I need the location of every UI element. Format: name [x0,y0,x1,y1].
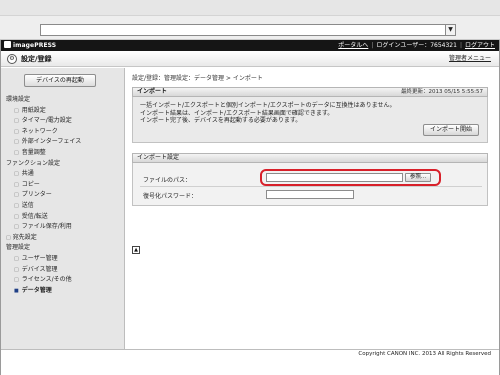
bullet-icon: □ [6,234,11,241]
sidebar: デバイスの再起動 環境設定 □ 用紙設定 □ タイマー/電力設定 □ ネットワーク □… [1,68,125,349]
divider [140,186,482,187]
divider: | [371,42,374,49]
start-import-button[interactable]: インポート開始 [423,124,479,136]
bullet-icon: □ [14,139,19,146]
portal-link[interactable]: ポータルへ [338,42,368,49]
bullet-icon: □ [14,202,19,209]
bullet-icon: □ [14,266,19,273]
settings-icon: ⚙ [7,54,17,64]
page-frame: imagePRESS ポータルへ | ログインユーザー：7654321 | ログアウト … [0,40,500,375]
sidebar-item-label: 送信 [21,201,34,209]
sidebar-item-label: 受信/転送 [21,212,48,220]
sidebar-item-paper[interactable]: □ 用紙設定 [1,106,124,117]
sidebar-item-label: ファンクション設定 [6,159,61,167]
address-dropdown-icon[interactable]: ▼ [445,25,455,35]
file-path-label: ファイルのパス： [143,177,192,184]
sidebar-item-label: 音量調整 [21,148,46,156]
import-message: インポート結果は、インポート/エクスポート結果画面で確認できます。 [140,109,334,117]
last-updated: 最終更新：2013 05/15 5:55:57 [400,89,483,95]
sidebar-item-label: タイマー/電力設定 [21,117,72,125]
file-path-input[interactable] [266,173,403,182]
sidebar-item-label: デバイス管理 [21,265,58,273]
sidebar-item-function-settings[interactable]: ファンクション設定 [1,159,124,170]
sidebar-nav: 環境設定 □ 用紙設定 □ タイマー/電力設定 □ ネットワーク □ 外部インターフェイ… [1,95,124,296]
bullet-icon: □ [14,192,19,199]
page-top-button[interactable]: ▲ [132,246,140,254]
bullet-icon: □ [14,171,19,178]
canon-mark-icon [4,41,11,48]
decryption-password-label: 復号化パスワード： [143,193,198,200]
sidebar-item-timer[interactable]: □ タイマー/電力設定 [1,116,124,127]
sidebar-item-label: ユーザー管理 [21,254,58,262]
sidebar-item-license-other[interactable]: □ ライセンス/その他 [1,275,124,286]
breadcrumb: 設定/登録：管理設定：データ管理 > インポート [132,75,263,82]
sidebar-item-device-management[interactable]: □ デバイス管理 [1,265,124,276]
sidebar-item-label: 環境設定 [6,96,31,103]
decryption-password-input[interactable] [266,190,354,199]
sidebar-item-label: 共通 [21,170,34,178]
sidebar-item-label: コピー [21,180,40,188]
sidebar-item-label: ファイル保存/利用 [21,223,72,231]
browser-tab-strip [0,0,500,16]
sidebar-item-volume[interactable]: □ 音量調整 [1,148,124,159]
top-links: ポータルへ | ログインユーザー：7654321 | ログアウト [338,40,495,51]
bullet-icon: □ [14,181,19,188]
restart-device-button[interactable]: デバイスの再起動 [24,74,96,87]
sidebar-item-label: プリンター [21,191,52,199]
brand-name: imagePRESS [13,42,57,49]
page-title: 設定/登録 [21,55,52,63]
brand-logo: imagePRESS [4,40,56,51]
sidebar-item-label: 管理設定 [6,244,31,252]
admin-menu-link[interactable]: 管理者メニュー [449,51,491,67]
address-bar[interactable]: ▼ [40,24,456,36]
bullet-icon: □ [14,213,19,220]
sidebar-item-user-management[interactable]: □ ユーザー管理 [1,254,124,265]
bullet-icon: □ [14,149,19,156]
sidebar-item-preferences[interactable]: 環境設定 [1,95,124,106]
import-panel-header: インポート 最終更新：2013 05/15 5:55:57 [132,87,488,97]
import-panel-body: 一括インポート/エクスポートと個別インポート/エクスポートのデータに互換性はあり… [132,97,488,143]
bullet-icon: □ [14,255,19,262]
sidebar-item-common[interactable]: □ 共通 [1,169,124,180]
main-content: 設定/登録：管理設定：データ管理 > インポート インポート 最終更新：2013… [126,68,499,349]
import-message: 一括インポート/エクスポートと個別インポート/エクスポートのデータに互換性はあり… [140,102,396,109]
browse-button[interactable]: 参照... [405,173,431,182]
sidebar-item-printer[interactable]: □ プリンター [1,190,124,201]
top-bar: imagePRESS ポータルへ | ログインユーザー：7654321 | ログアウト [1,40,499,51]
import-message: インポート完了後、デバイスを再起動する必要があります。 [140,117,302,124]
divider: | [459,42,462,49]
sidebar-item-label: データ管理 [21,286,52,294]
copyright-text: Copyright CANON INC. 2013 All Rights Res… [358,351,491,357]
sidebar-item-label: 外部インターフェイス [21,138,82,146]
logout-link[interactable]: ログアウト [465,42,495,49]
sidebar-item-management[interactable]: 管理設定 [1,243,124,254]
sidebar-item-label: 用紙設定 [21,106,46,114]
import-settings-body: ファイルのパス： 参照... 復号化パスワード： [132,163,488,206]
sidebar-item-data-management[interactable]: ■ データ管理 [1,286,124,297]
footer: Copyright CANON INC. 2013 All Rights Res… [1,349,499,359]
bullet-filled-icon: ■ [14,287,19,294]
bullet-icon: □ [14,224,19,231]
browser-toolbar: ▼ [0,0,500,40]
sidebar-item-store-access-files[interactable]: □ ファイル保存/利用 [1,222,124,233]
sidebar-item-label: 宛先設定 [12,233,37,241]
bullet-icon: □ [14,118,19,125]
import-settings-header: インポート設定 [132,153,488,163]
sidebar-item-external-interface[interactable]: □ 外部インターフェイス [1,137,124,148]
bullet-icon: □ [14,107,19,114]
bullet-icon: □ [14,128,19,135]
title-bar: ⚙ 設定/登録 管理者メニュー [1,51,499,67]
login-user-label: ログインユーザー：7654321 [376,42,457,49]
import-panel-title: インポート [137,88,168,95]
sidebar-item-send[interactable]: □ 送信 [1,201,124,212]
bullet-icon: □ [14,277,19,284]
sidebar-item-label: ネットワーク [21,127,58,135]
frame-bottom [1,360,499,375]
sidebar-item-network[interactable]: □ ネットワーク [1,127,124,138]
sidebar-item-label: ライセンス/その他 [21,276,72,284]
sidebar-item-receive-forward[interactable]: □ 受信/転送 [1,212,124,223]
sidebar-item-copy[interactable]: □ コピー [1,180,124,191]
import-settings-title: インポート設定 [137,154,180,161]
sidebar-item-destination[interactable]: □ 宛先設定 [1,233,124,244]
